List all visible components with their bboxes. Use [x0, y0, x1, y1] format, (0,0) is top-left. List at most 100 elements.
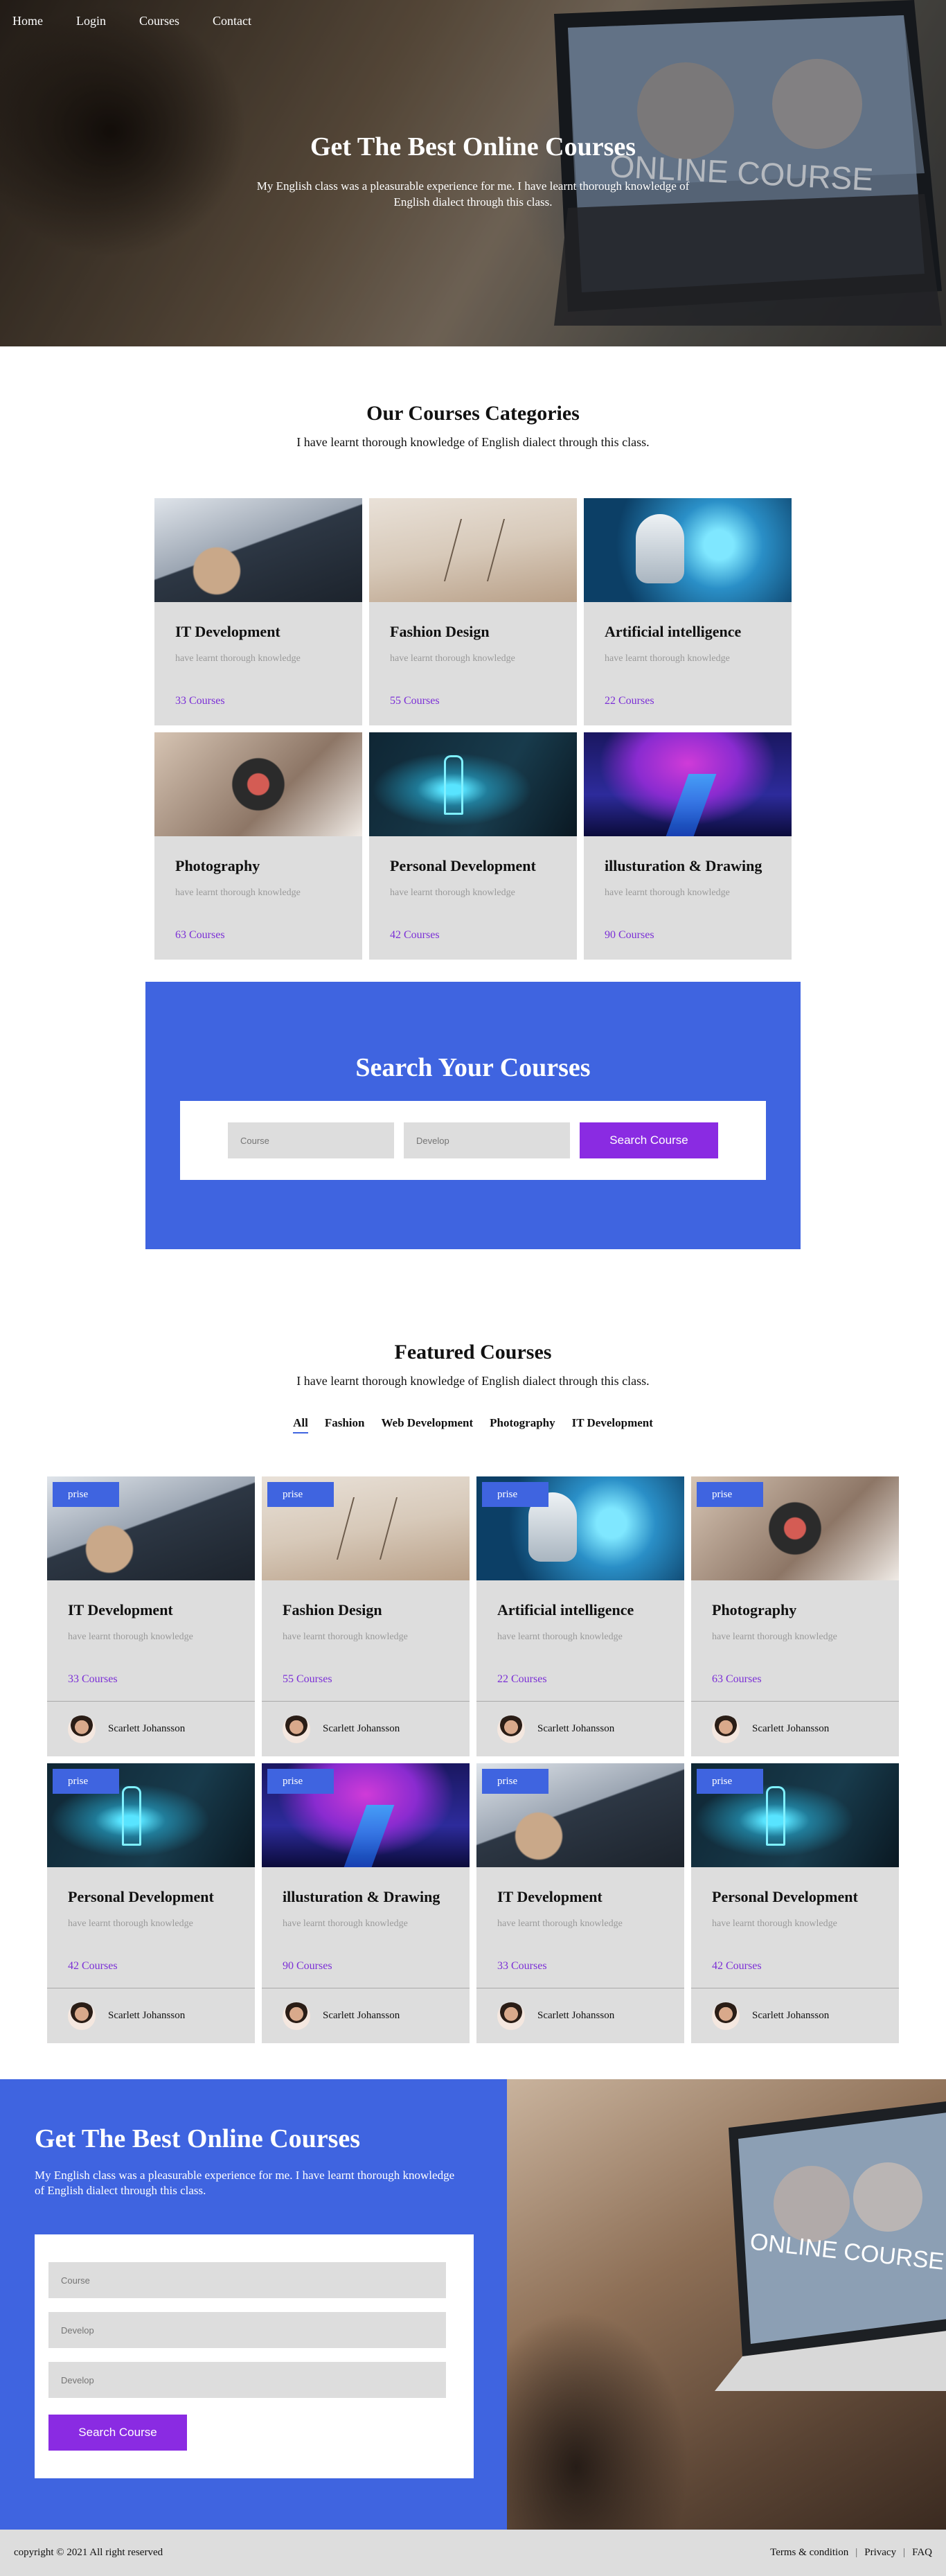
category-title: Artificial intelligence — [605, 623, 742, 640]
tab-all[interactable]: All — [293, 1416, 308, 1433]
course-count[interactable]: 90 Courses — [283, 1960, 449, 1973]
category-thumbnail — [154, 732, 362, 836]
featured-course-card[interactable]: prise Personal Development have learnt t… — [47, 1763, 255, 2043]
course-subtitle: have learnt thorough knowledge — [283, 1918, 408, 1929]
nav-contact[interactable]: Contact — [213, 14, 251, 28]
featured-course-card[interactable]: prise Artificial intelligence have learn… — [476, 1476, 684, 1756]
course-count[interactable]: 22 Courses — [497, 1673, 663, 1686]
cta-panel: Get The Best Online Courses My English c… — [0, 2079, 507, 2530]
avatar — [712, 1715, 740, 1743]
course-count[interactable]: 33 Courses — [497, 1960, 663, 1973]
footer-link-privacy[interactable]: Privacy — [864, 2547, 896, 2559]
search-course-button[interactable]: Search Course — [580, 1122, 718, 1158]
course-thumbnail: prise — [476, 1763, 684, 1867]
tab-photography[interactable]: Photography — [490, 1416, 555, 1433]
category-subtitle: have learnt thorough knowledge — [390, 653, 515, 664]
category-course-count[interactable]: 55 Courses — [390, 695, 556, 707]
footer-separator: | — [903, 2547, 906, 2558]
nav-courses[interactable]: Courses — [139, 14, 179, 28]
avatar — [497, 1715, 525, 1743]
category-grid: IT Development have learnt thorough know… — [154, 498, 792, 960]
price-badge: prise — [482, 1769, 548, 1794]
course-count[interactable]: 33 Courses — [68, 1673, 234, 1686]
tab-fashion[interactable]: Fashion — [325, 1416, 365, 1433]
cta-section: Get The Best Online Courses My English c… — [0, 2079, 946, 2530]
course-count[interactable]: 55 Courses — [283, 1673, 449, 1686]
hero-text: My English class was a pleasurable exper… — [256, 179, 690, 209]
top-nav: Home Login Courses Contact — [12, 14, 251, 28]
nav-home[interactable]: Home — [12, 14, 43, 28]
category-card[interactable]: Fashion Design have learnt thorough know… — [369, 498, 577, 725]
category-card[interactable]: Artificial intelligence have learnt thor… — [584, 498, 792, 725]
category-title: Photography — [175, 857, 260, 874]
cta-search-course-button[interactable]: Search Course — [48, 2415, 187, 2451]
featured-subtitle: I have learnt thorough knowledge of Engl… — [296, 1374, 650, 1388]
featured-course-card[interactable]: prise Personal Development have learnt t… — [691, 1763, 899, 2043]
course-title: Personal Development — [68, 1888, 214, 1905]
course-count[interactable]: 63 Courses — [712, 1673, 878, 1686]
course-author: Scarlett Johansson — [47, 1988, 255, 2043]
featured-course-card[interactable]: prise IT Development have learnt thoroug… — [47, 1476, 255, 1756]
category-thumbnail — [154, 498, 362, 602]
course-thumbnail: prise — [691, 1763, 899, 1867]
develop-input[interactable] — [404, 1122, 570, 1158]
category-course-count[interactable]: 22 Courses — [605, 695, 771, 707]
tab-web-development[interactable]: Web Development — [381, 1416, 473, 1433]
category-subtitle: have learnt thorough knowledge — [175, 653, 301, 664]
category-course-count[interactable]: 42 Courses — [390, 929, 556, 942]
course-subtitle: have learnt thorough knowledge — [68, 1632, 193, 1642]
course-count[interactable]: 42 Courses — [68, 1960, 234, 1973]
avatar — [497, 2002, 525, 2030]
course-input[interactable] — [228, 1122, 394, 1158]
course-title: IT Development — [497, 1888, 603, 1905]
course-subtitle: have learnt thorough knowledge — [497, 1632, 623, 1642]
featured-course-card[interactable]: prise Fashion Design have learnt thoroug… — [262, 1476, 470, 1756]
cta-course-input[interactable] — [48, 2262, 446, 2299]
featured-course-card[interactable]: prise IT Development have learnt thoroug… — [476, 1763, 684, 2043]
category-card[interactable]: Personal Development have learnt thoroug… — [369, 732, 577, 960]
category-course-count[interactable]: 63 Courses — [175, 929, 341, 942]
avatar — [68, 2002, 96, 2030]
course-title: Artificial intelligence — [497, 1601, 634, 1618]
course-thumbnail: prise — [691, 1476, 899, 1580]
cta-image: ONLINE COURSE — [507, 2079, 946, 2530]
category-thumbnail — [369, 498, 577, 602]
category-subtitle: have learnt thorough knowledge — [175, 888, 301, 898]
author-name: Scarlett Johansson — [752, 2010, 830, 2021]
categories-title: Our Courses Categories — [366, 402, 580, 425]
nav-login[interactable]: Login — [76, 14, 106, 28]
course-author: Scarlett Johansson — [476, 1701, 684, 1756]
featured-title: Featured Courses — [394, 1341, 552, 1364]
avatar — [283, 1715, 310, 1743]
hero-content: Get The Best Online Courses My English c… — [0, 132, 946, 211]
cta-develop-input[interactable] — [48, 2312, 446, 2349]
search-box: Search Course — [180, 1101, 766, 1180]
category-title: Fashion Design — [390, 623, 490, 640]
category-card[interactable]: Photography have learnt thorough knowled… — [154, 732, 362, 960]
cta-develop-input-2[interactable] — [48, 2362, 446, 2399]
price-badge: prise — [267, 1769, 334, 1794]
category-subtitle: have learnt thorough knowledge — [390, 888, 515, 898]
category-card[interactable]: illusturation & Drawing have learnt thor… — [584, 732, 792, 960]
avatar — [712, 2002, 740, 2030]
author-name: Scarlett Johansson — [108, 2010, 186, 2021]
category-course-count[interactable]: 33 Courses — [175, 695, 341, 707]
tab-it-development[interactable]: IT Development — [572, 1416, 653, 1433]
author-name: Scarlett Johansson — [323, 2010, 400, 2021]
footer: copyright © 2021 All right reserved Term… — [0, 2530, 946, 2576]
category-course-count[interactable]: 90 Courses — [605, 929, 771, 942]
category-thumbnail — [584, 732, 792, 836]
search-title: Search Your Courses — [355, 1053, 591, 1082]
course-count[interactable]: 42 Courses — [712, 1960, 878, 1973]
footer-link-terms[interactable]: Terms & condition — [770, 2547, 848, 2559]
category-subtitle: have learnt thorough knowledge — [605, 653, 730, 664]
category-card[interactable]: IT Development have learnt thorough know… — [154, 498, 362, 725]
featured-course-card[interactable]: prise illusturation & Drawing have learn… — [262, 1763, 470, 2043]
author-name: Scarlett Johansson — [752, 1723, 830, 1734]
featured-course-card[interactable]: prise Photography have learnt thorough k… — [691, 1476, 899, 1756]
footer-link-faq[interactable]: FAQ — [912, 2547, 932, 2559]
price-badge: prise — [697, 1482, 763, 1507]
category-thumbnail — [369, 732, 577, 836]
price-badge: prise — [267, 1482, 334, 1507]
price-badge: prise — [697, 1769, 763, 1794]
